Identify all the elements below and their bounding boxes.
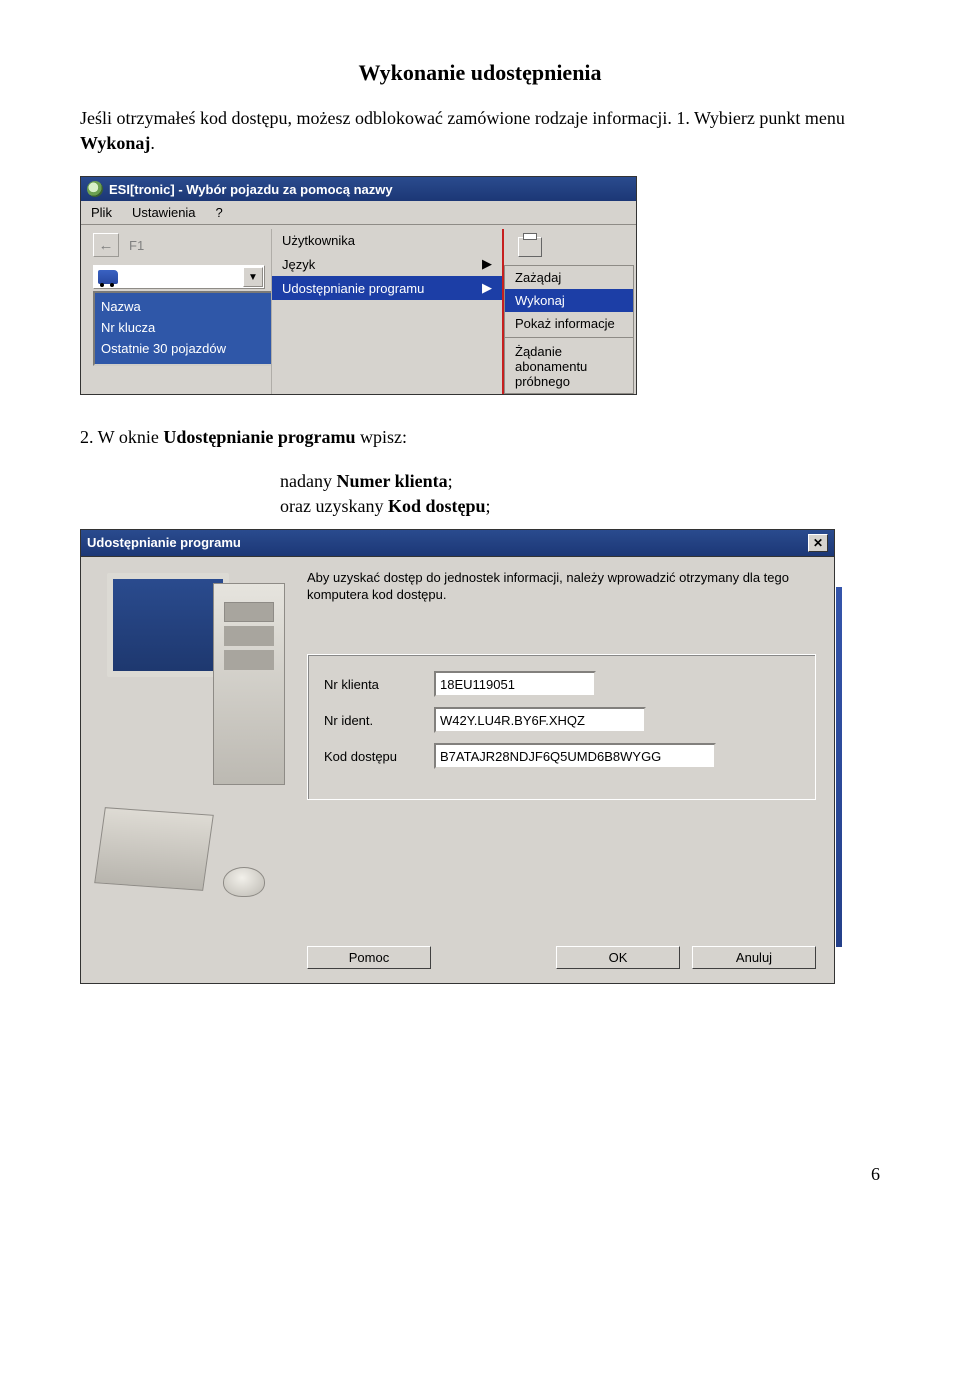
submenu-item-label: Żądanie abonamentu próbnego xyxy=(515,344,623,389)
submenu-show-info[interactable]: Pokaż informacje xyxy=(505,312,633,335)
window-titlebar: ESI[tronic] - Wybór pojazdu za pomocą na… xyxy=(81,177,636,201)
list-item[interactable]: Ostatnie 30 pojazdów xyxy=(101,339,271,360)
list-item[interactable]: Nr klucza xyxy=(101,318,271,339)
intro-after: . xyxy=(150,133,155,153)
vehicle-criteria-list: Nazwa Nr klucza Ostatnie 30 pojazdów xyxy=(93,291,279,365)
ok-button[interactable]: OK xyxy=(556,946,680,969)
decorative-right-edge xyxy=(836,587,842,947)
f1-label: F1 xyxy=(129,238,144,253)
menu-separator xyxy=(505,337,633,338)
submenu-item-label: Wykonaj xyxy=(515,293,565,308)
step2-line1b-bold: Numer klienta xyxy=(336,471,447,491)
cd-icon xyxy=(87,181,103,197)
label-nr-klienta: Nr klienta xyxy=(324,677,434,692)
menu-help[interactable]: ? xyxy=(206,203,233,222)
step2-line2b-bold: Kod dostępu xyxy=(388,496,486,516)
submenu-trial-request[interactable]: Żądanie abonamentu próbnego xyxy=(505,340,633,393)
step2-line2c: ; xyxy=(486,496,491,516)
screenshot-share-dialog: Udostępnianie programu ✕ Aby uzyskać dos… xyxy=(80,529,835,984)
settings-dropdown-menu: Użytkownika Język ▶ Udostępnianie progra… xyxy=(271,229,502,394)
menu-item-user[interactable]: Użytkownika xyxy=(272,229,502,252)
input-kod-dostepu[interactable] xyxy=(434,743,716,769)
share-submenu: Zażądaj Wykonaj Pokaż informacje Żądanie… xyxy=(504,265,634,394)
submenu-item-label: Zażądaj xyxy=(515,270,561,285)
label-nr-ident: Nr ident. xyxy=(324,713,434,728)
submenu-item-label: Pokaż informacje xyxy=(515,316,615,331)
chevron-right-icon: ▶ xyxy=(482,256,492,272)
menu-item-label: Użytkownika xyxy=(282,233,355,248)
vehicle-type-dropdown[interactable]: ▼ xyxy=(93,265,265,289)
step2-line2a: oraz uzyskany xyxy=(280,496,388,516)
page-number: 6 xyxy=(80,1164,880,1185)
intro-bold: Wykonaj xyxy=(80,133,150,153)
intro-paragraph: Jeśli otrzymałeś kod dostępu, możesz odb… xyxy=(80,106,880,156)
submenu-perform[interactable]: Wykonaj xyxy=(505,289,633,312)
step2-list: nadany Numer klienta; oraz uzyskany Kod … xyxy=(280,469,880,519)
print-icon[interactable] xyxy=(518,237,542,257)
car-icon xyxy=(98,270,118,284)
step2-line1c: ; xyxy=(448,471,453,491)
dialog-instruction: Aby uzyskać dostęp do jednostek informac… xyxy=(307,569,816,604)
list-item[interactable]: Nazwa xyxy=(101,297,271,318)
close-button[interactable]: ✕ xyxy=(808,534,828,552)
dialog-titlebar: Udostępnianie programu ✕ xyxy=(80,529,835,557)
page-heading: Wykonanie udostępnienia xyxy=(80,60,880,86)
keyboard-icon xyxy=(94,807,214,891)
menu-plik[interactable]: Plik xyxy=(81,203,122,222)
pc-tower-icon xyxy=(213,583,285,785)
mouse-icon xyxy=(223,867,265,897)
menu-item-label: Udostępnianie programu xyxy=(282,281,424,296)
cancel-button[interactable]: Anuluj xyxy=(692,946,816,969)
chevron-right-icon: ▶ xyxy=(482,280,492,296)
menu-item-share-program[interactable]: Udostępnianie programu ▶ xyxy=(272,276,502,300)
menubar: Plik Ustawienia ? xyxy=(81,201,636,225)
input-nr-klienta[interactable] xyxy=(434,671,596,697)
step2-paragraph: 2. W oknie Udostępnianie programu wpisz: xyxy=(80,425,880,450)
menu-ustawienia[interactable]: Ustawienia xyxy=(122,203,206,222)
window-title: ESI[tronic] - Wybór pojazdu za pomocą na… xyxy=(109,182,393,197)
chevron-down-icon: ▼ xyxy=(243,267,263,287)
computer-illustration xyxy=(99,573,289,913)
menu-item-label: Język xyxy=(282,257,315,272)
input-nr-ident[interactable] xyxy=(434,707,646,733)
step2-bold: Udostępnianie programu xyxy=(163,427,355,447)
access-code-fieldset: Nr klienta Nr ident. Kod dostępu xyxy=(307,654,816,800)
monitor-icon xyxy=(107,573,229,677)
screenshot-esi-window: ESI[tronic] - Wybór pojazdu za pomocą na… xyxy=(80,176,637,395)
step2-suffix: wpisz: xyxy=(356,427,408,447)
step2-prefix: 2. W oknie xyxy=(80,427,163,447)
submenu-request[interactable]: Zażądaj xyxy=(505,266,633,289)
dialog-title: Udostępnianie programu xyxy=(87,535,241,550)
label-kod-dostepu: Kod dostępu xyxy=(324,749,434,764)
step2-line1a: nadany xyxy=(280,471,336,491)
help-button[interactable]: Pomoc xyxy=(307,946,431,969)
intro-text: Jeśli otrzymałeś kod dostępu, możesz odb… xyxy=(80,108,845,128)
back-button[interactable]: ← xyxy=(93,233,119,257)
menu-item-language[interactable]: Język ▶ xyxy=(272,252,502,276)
